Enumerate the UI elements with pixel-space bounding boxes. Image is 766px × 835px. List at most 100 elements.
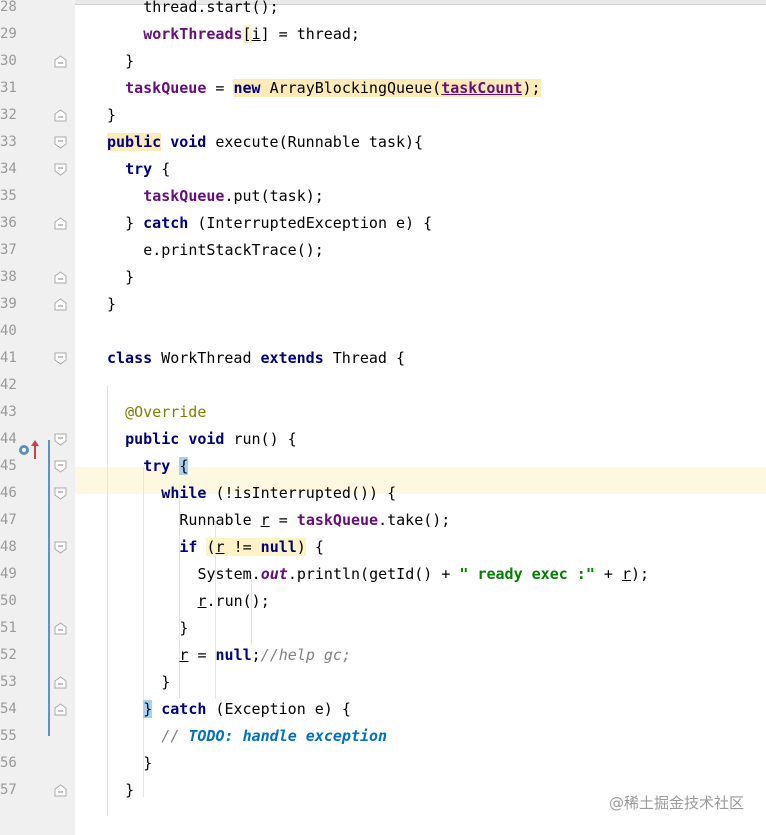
code-token: }: [125, 213, 144, 232]
code-line: while (!isInterrupted()) {: [161, 480, 396, 507]
code-token: (InterruptedException e) {: [188, 213, 433, 232]
gutter-line: 44: [0, 426, 75, 453]
gutter-line: 49: [0, 561, 75, 588]
code-token: r: [260, 510, 270, 529]
line-number: 48: [0, 538, 17, 555]
gutter-line: 39: [0, 291, 75, 318]
code-token: .take();: [378, 510, 451, 529]
code-token: void: [170, 132, 207, 151]
code-token: }: [107, 105, 117, 124]
code-token: catch: [143, 213, 189, 232]
fold-marker-icon[interactable]: [54, 108, 67, 122]
code-token: ArrayBlockingQueue(: [260, 78, 442, 97]
code-token: Thread {: [323, 348, 406, 367]
code-token: i: [251, 24, 261, 43]
code-token: void: [188, 429, 225, 448]
line-number: 31: [0, 79, 17, 96]
gutter-line: 54: [0, 696, 75, 723]
gutter-line: 41: [0, 345, 75, 372]
code-token: ): [296, 537, 306, 556]
indent-guide: [107, 386, 108, 816]
line-number: 50: [0, 592, 17, 609]
code-token: .run();: [206, 591, 270, 610]
fold-marker-icon[interactable]: [54, 675, 67, 689]
code-line: taskQueue = new ArrayBlockingQueue(taskC…: [125, 75, 541, 102]
gutter-line: 43: [0, 399, 75, 426]
gutter-line: 30: [0, 48, 75, 75]
code-token: class: [107, 348, 153, 367]
code-token: workThreads: [143, 24, 243, 43]
code-line: public void run() {: [125, 426, 297, 453]
code-token: (: [206, 537, 216, 556]
code-token: try: [143, 456, 171, 475]
code-line: }: [161, 669, 170, 696]
gutter-line: 53: [0, 669, 75, 696]
code-line: }: [125, 48, 134, 75]
gutter-line: 33: [0, 129, 75, 156]
code-line: try {: [143, 453, 189, 480]
fold-marker-icon[interactable]: [54, 216, 67, 230]
gutter-line: 46: [0, 480, 75, 507]
code-token: if: [179, 537, 198, 556]
gutter-line: 36: [0, 210, 75, 237]
fold-marker-icon[interactable]: [54, 487, 67, 500]
code-editor[interactable]: thread.start(); workThreads[i] = thread;}…: [75, 0, 766, 835]
fold-marker-icon[interactable]: [54, 702, 67, 716]
code-token: =: [188, 645, 216, 664]
code-token: }: [179, 618, 189, 637]
line-number: 41: [0, 349, 17, 366]
code-token: }: [161, 672, 171, 691]
fold-marker-icon[interactable]: [54, 136, 67, 149]
line-number: 40: [0, 322, 17, 339]
fold-marker-icon[interactable]: [54, 541, 67, 554]
code-token: );: [631, 564, 650, 583]
code-token: new: [233, 78, 261, 97]
gutter-line: 47: [0, 507, 75, 534]
code-line: e.printStackTrace();: [143, 237, 324, 264]
line-number: 34: [0, 160, 17, 177]
gutter-line: 50: [0, 588, 75, 615]
code-line: System.out.println(getId() + " ready exe…: [198, 561, 650, 588]
fold-marker-icon[interactable]: [54, 621, 67, 635]
code-line: try {: [125, 156, 170, 183]
gutter-line: 51: [0, 615, 75, 642]
line-number: 29: [0, 25, 17, 42]
code-token: }: [107, 294, 117, 313]
code-token: Runnable: [179, 510, 261, 529]
fold-marker-icon[interactable]: [54, 54, 67, 68]
code-token: " ready exec :": [459, 564, 595, 583]
code-token: while: [161, 483, 207, 502]
code-line: }: [143, 750, 152, 777]
fold-marker-icon[interactable]: [54, 163, 67, 176]
fold-marker-icon[interactable]: [54, 352, 67, 365]
line-number: 28: [0, 0, 17, 15]
line-number: 47: [0, 511, 17, 528]
fold-marker-icon[interactable]: [54, 783, 67, 797]
fold-marker-icon[interactable]: [54, 297, 67, 311]
code-line: } catch (InterruptedException e) {: [125, 210, 432, 237]
line-number: 38: [0, 268, 17, 285]
code-token: WorkThread: [152, 348, 261, 367]
fold-marker-icon[interactable]: [54, 460, 67, 473]
gutter-line: 31: [0, 75, 75, 102]
gutter-line: 48: [0, 534, 75, 561]
gutter-line: 29: [0, 21, 75, 48]
code-token: {: [305, 537, 324, 556]
code-token: =: [269, 510, 297, 529]
code-token: @Override: [125, 402, 207, 421]
code-token: }: [125, 780, 135, 799]
code-token: //help gc;: [260, 645, 351, 664]
code-token: TODO: handle exception: [188, 726, 388, 745]
code-token: run() {: [224, 429, 297, 448]
gutter-line: 42: [0, 372, 75, 399]
line-number: 30: [0, 52, 17, 69]
line-number: 37: [0, 241, 17, 258]
code-line: }: [107, 102, 116, 129]
code-line: @Override: [125, 399, 206, 426]
fold-marker-icon[interactable]: [54, 433, 67, 446]
line-number: 51: [0, 619, 17, 636]
fold-marker-icon[interactable]: [54, 270, 67, 284]
